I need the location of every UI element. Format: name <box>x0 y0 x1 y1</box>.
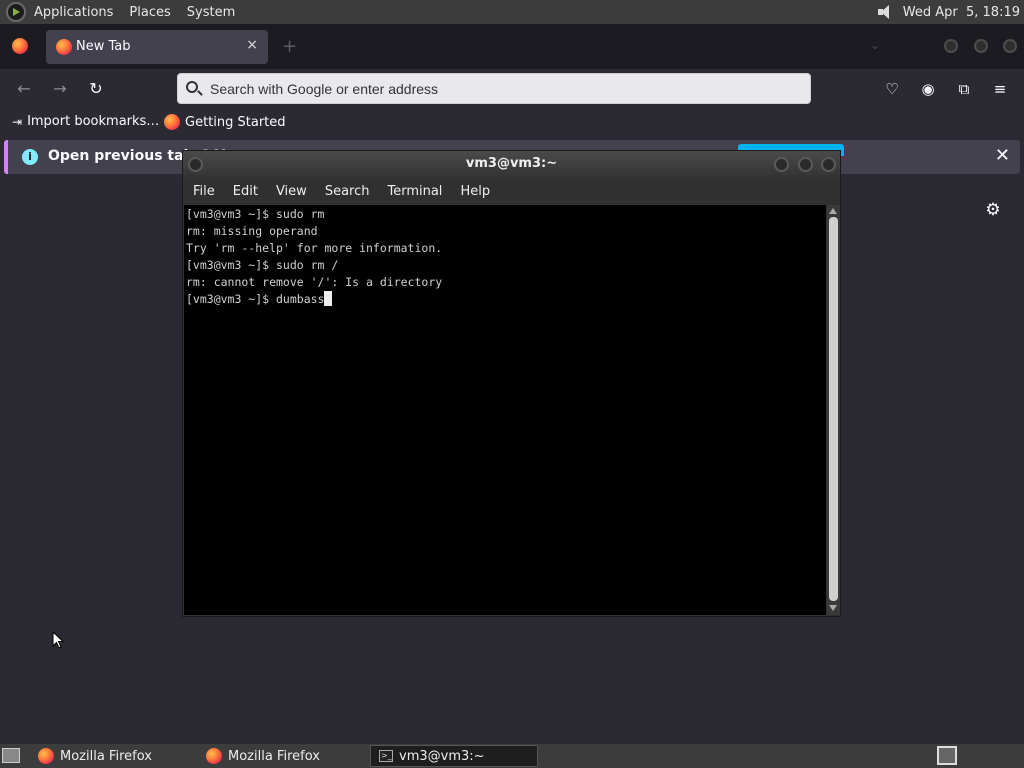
taskbar-item-firefox-2[interactable]: Mozilla Firefox <box>198 745 366 767</box>
menu-applications[interactable]: Applications <box>34 5 113 20</box>
window-menu-button[interactable] <box>188 157 203 172</box>
browser-tab-strip: New Tab × + ⌄ <box>0 24 1024 69</box>
terminal-menubar: File Edit View Search Terminal Help <box>183 177 840 205</box>
menu-places[interactable]: Places <box>129 5 170 20</box>
navigation-toolbar: ← → ↻ ♡ ◉ ⧉ ≡ <box>0 69 1024 109</box>
tab-close-icon[interactable]: × <box>246 37 258 53</box>
tab-new-tab[interactable]: New Tab × <box>46 30 268 64</box>
firefox-icon <box>38 748 54 764</box>
settings-gear-icon[interactable]: ⚙ <box>984 201 1002 219</box>
firefox-icon <box>206 748 222 764</box>
distro-logo-icon[interactable] <box>6 2 26 22</box>
menu-terminal[interactable]: Terminal <box>387 184 442 199</box>
close-window-button[interactable] <box>1003 39 1017 53</box>
taskbar-item-label: vm3@vm3:~ <box>399 748 485 764</box>
forward-button[interactable]: → <box>49 79 71 99</box>
app-menu-icon[interactable]: ≡ <box>991 80 1009 98</box>
url-bar[interactable] <box>177 73 811 104</box>
url-input[interactable] <box>210 78 800 100</box>
scrollbar-thumb[interactable] <box>829 217 838 601</box>
terminal-titlebar[interactable]: vm3@vm3:~ <box>183 151 840 177</box>
terminal-icon: >_ <box>379 750 393 762</box>
search-icon <box>186 81 198 93</box>
firefox-view-icon[interactable] <box>12 38 28 54</box>
tab-title: New Tab <box>76 39 131 54</box>
scroll-down-arrow-icon[interactable] <box>829 605 837 611</box>
taskbar-item-label: Mozilla Firefox <box>60 748 152 764</box>
text-cursor <box>324 291 333 306</box>
menu-system[interactable]: System <box>187 5 235 20</box>
terminal-minimize-button[interactable] <box>774 157 789 172</box>
info-icon: i <box>22 149 38 165</box>
bookmark-getting-started[interactable]: Getting Started <box>164 114 286 130</box>
menu-search[interactable]: Search <box>325 184 370 199</box>
terminal-line: rm: missing operand <box>186 224 318 238</box>
scroll-up-arrow-icon[interactable] <box>829 208 837 214</box>
show-desktop-icon[interactable] <box>2 748 20 763</box>
bookmarks-toolbar: ⇥ Import bookmarks… Getting Started <box>0 109 1024 135</box>
new-tab-button[interactable]: + <box>282 36 297 57</box>
account-icon[interactable]: ◉ <box>919 80 937 98</box>
terminal-line: Try 'rm --help' for more information. <box>186 241 443 255</box>
list-all-tabs-icon[interactable]: ⌄ <box>870 38 880 52</box>
taskbar-item-label: Mozilla Firefox <box>228 748 320 764</box>
clock[interactable]: Wed Apr 5, 18:19 <box>903 5 1020 20</box>
menu-file[interactable]: File <box>193 184 215 199</box>
terminal-maximize-button[interactable] <box>798 157 813 172</box>
bookmark-label: Import bookmarks… <box>27 114 160 129</box>
taskbar-item-firefox-1[interactable]: Mozilla Firefox <box>30 745 198 767</box>
notification-close-icon[interactable]: ✕ <box>995 145 1010 166</box>
reload-button[interactable]: ↻ <box>85 79 107 99</box>
firefox-icon <box>56 39 72 55</box>
menu-view[interactable]: View <box>276 184 307 199</box>
top-panel: Applications Places System Wed Apr 5, 18… <box>0 0 1024 24</box>
taskbar-item-terminal[interactable]: >_ vm3@vm3:~ <box>370 745 538 767</box>
extensions-icon[interactable]: ⧉ <box>955 80 973 98</box>
pocket-icon[interactable]: ♡ <box>883 80 901 98</box>
volume-icon[interactable] <box>877 3 895 21</box>
terminal-current-input: [vm3@vm3 ~]$ dumbass <box>186 292 325 306</box>
terminal-line: [vm3@vm3 ~]$ dumbass <box>186 291 824 308</box>
back-button[interactable]: ← <box>13 79 35 99</box>
bookmark-label: Getting Started <box>185 114 286 130</box>
firefox-icon <box>164 114 180 130</box>
terminal-close-button[interactable] <box>821 157 836 172</box>
terminal-window[interactable]: vm3@vm3:~ File Edit View Search Terminal… <box>182 150 841 617</box>
bottom-taskbar: Mozilla Firefox Mozilla Firefox >_ vm3@v… <box>0 744 1024 768</box>
minimize-button[interactable] <box>944 39 958 53</box>
workspace-switcher[interactable] <box>937 746 957 765</box>
terminal-title: vm3@vm3:~ <box>465 156 558 171</box>
import-icon: ⇥ <box>12 114 23 129</box>
terminal-line: rm: cannot remove '/': Is a directory <box>186 275 443 289</box>
menu-help[interactable]: Help <box>460 184 490 199</box>
menu-edit[interactable]: Edit <box>233 184 258 199</box>
maximize-button[interactable] <box>974 39 988 53</box>
terminal-output[interactable]: [vm3@vm3 ~]$ sudo rm rm: missing operand T… <box>184 205 826 615</box>
terminal-line: [vm3@vm3 ~]$ sudo rm <box>186 207 325 221</box>
terminal-line: [vm3@vm3 ~]$ sudo rm / <box>186 258 339 272</box>
bookmark-import[interactable]: ⇥ Import bookmarks… <box>12 114 159 129</box>
terminal-scrollbar[interactable] <box>827 205 840 615</box>
